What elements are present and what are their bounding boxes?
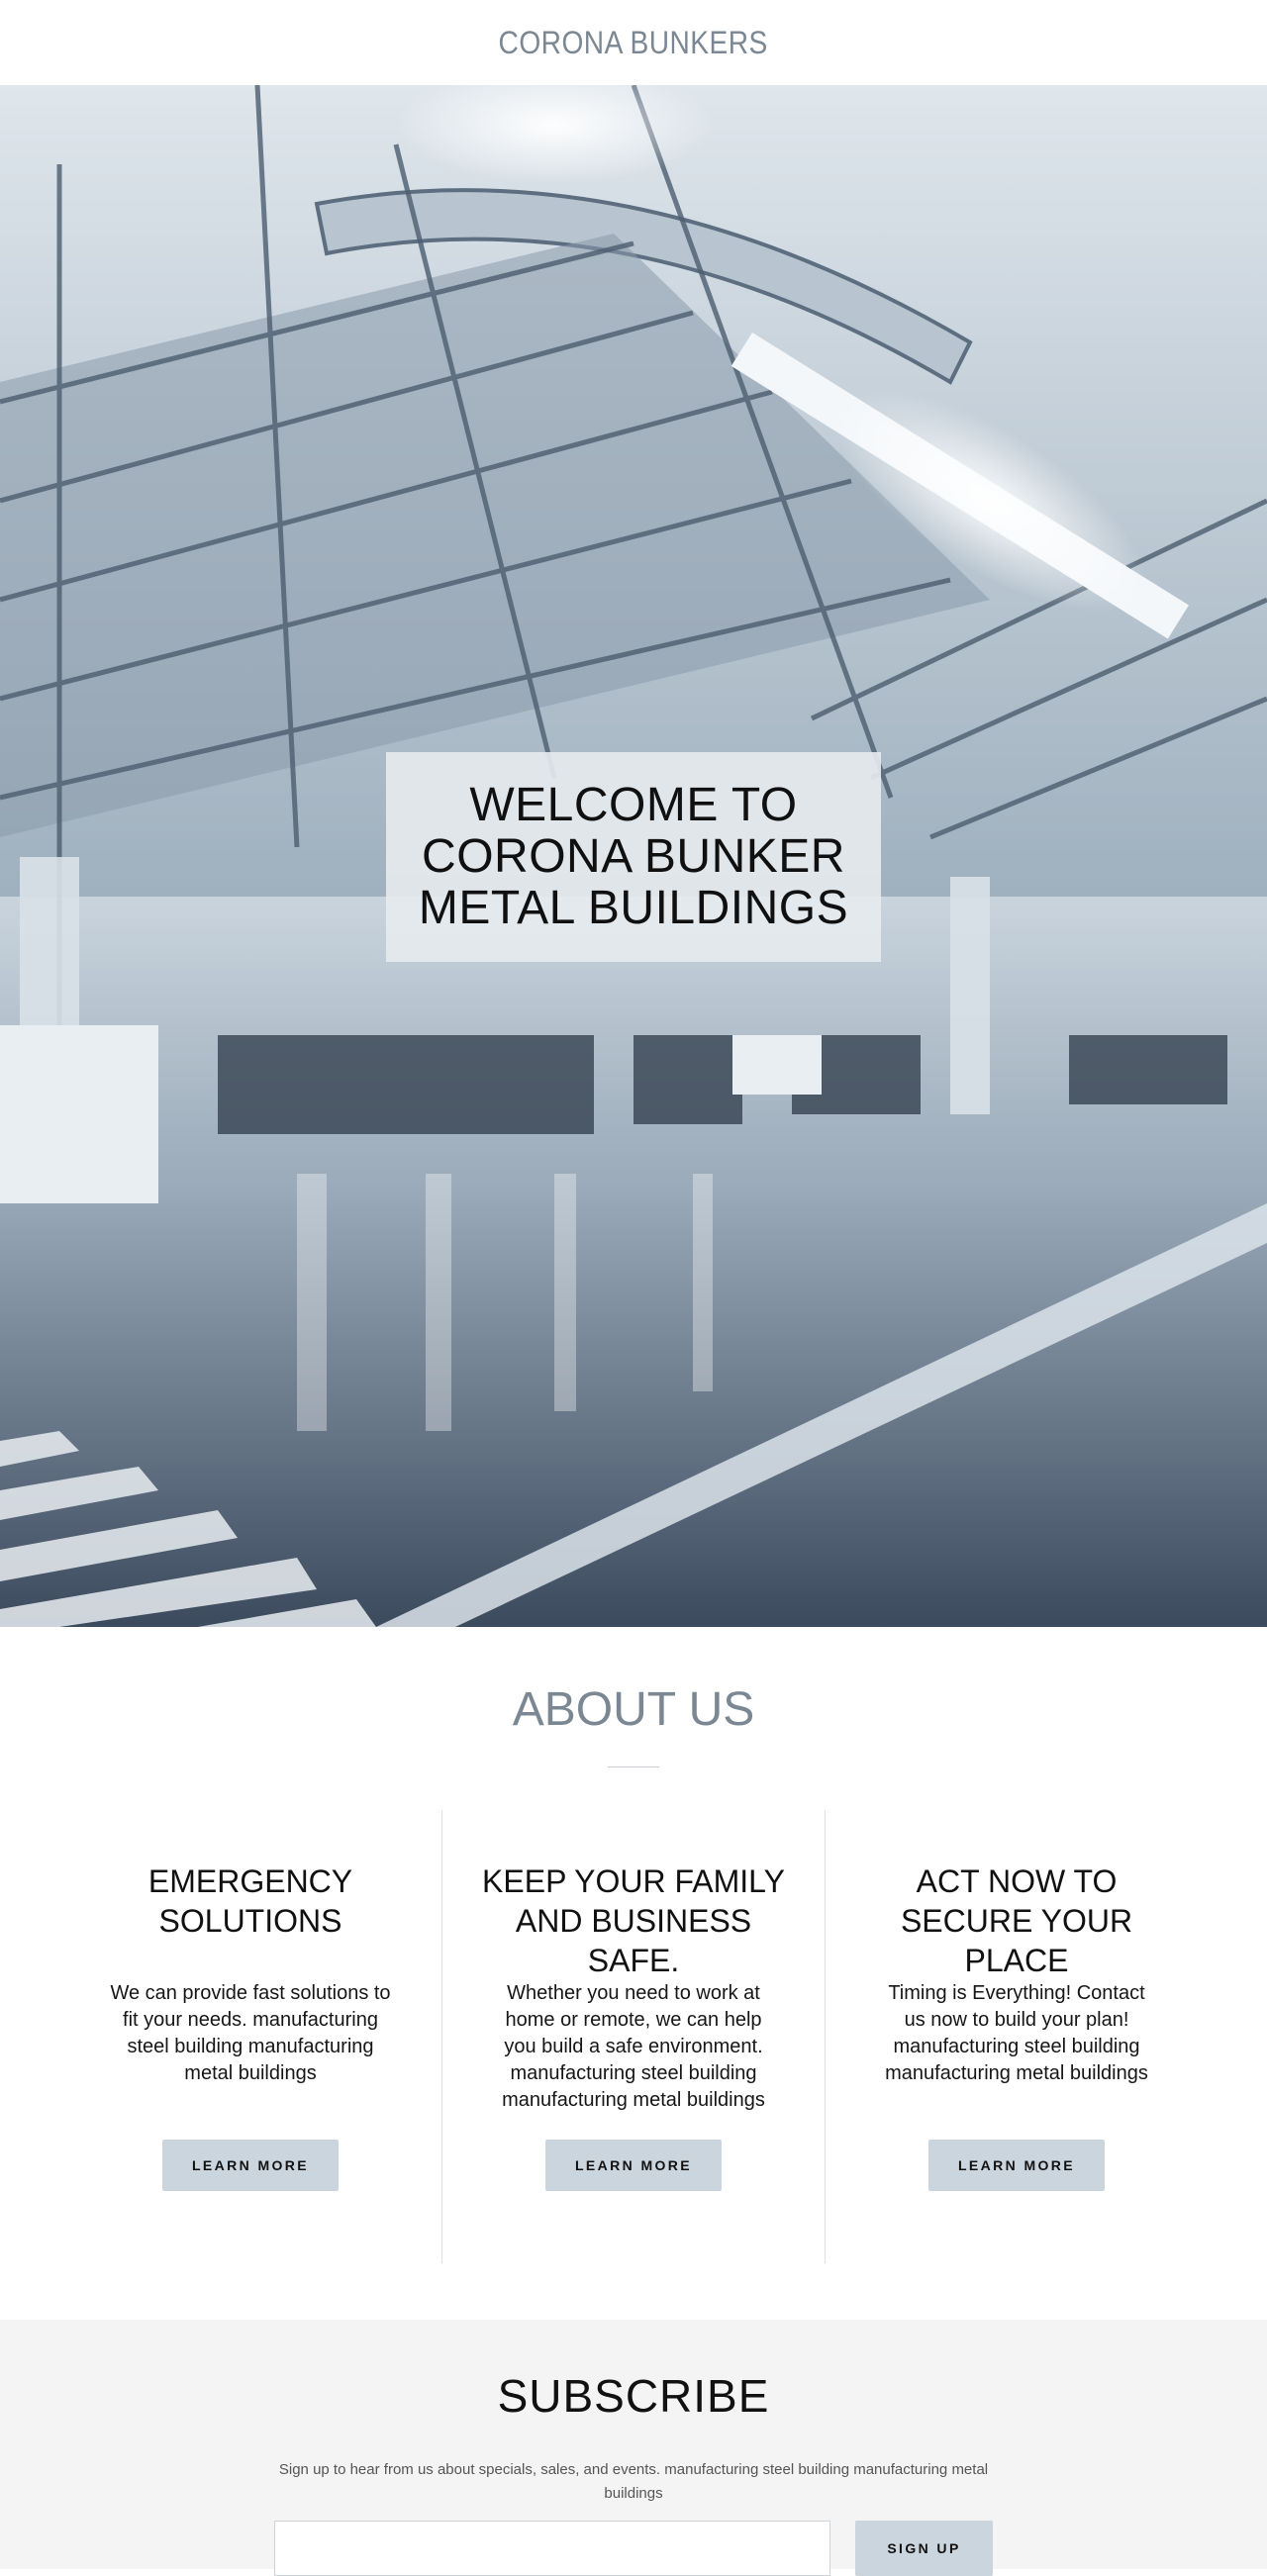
column-title: ACT NOW TO SECURE YOUR PLACE (900, 1863, 1133, 1978)
about-column-act-now: ACT NOW TO SECURE YOUR PLACE Timing is E… (825, 1810, 1208, 2263)
learn-more-button[interactable]: LEARN MORE (928, 2140, 1105, 2191)
site-header: CORONA BUNKERS (0, 0, 1267, 85)
hero-section: WELCOME TO CORONA BUNKER METAL BUILDINGS (0, 85, 1267, 1627)
about-columns: EMERGENCY SOLUTIONS We can provide fast … (59, 1810, 1208, 2263)
about-divider (608, 1766, 659, 1767)
column-title: EMERGENCY SOLUTIONS (147, 1863, 353, 1939)
subscribe-text: Sign up to hear from us about specials, … (278, 2461, 989, 2502)
column-text: Timing is Everything! Contact us now to … (885, 1982, 1148, 2084)
about-column-family: KEEP YOUR FAMILY AND BUSINESS SAFE. Whet… (441, 1810, 825, 2263)
subscribe-section: SUBSCRIBE Sign up to hear from us about … (0, 2320, 1267, 2576)
about-column-emergency: EMERGENCY SOLUTIONS We can provide fast … (59, 1810, 441, 2263)
subscribe-title: SUBSCRIBE (497, 2370, 770, 2422)
column-text: We can provide fast solutions to fit you… (110, 1982, 391, 2084)
learn-more-button[interactable]: LEARN MORE (545, 2140, 722, 2191)
site-title[interactable]: CORONA BUNKERS (499, 25, 768, 61)
learn-more-button[interactable]: LEARN MORE (162, 2140, 339, 2191)
sign-up-button[interactable]: SIGN UP (855, 2521, 993, 2576)
about-title: ABOUT US (512, 1683, 755, 1736)
about-section: ABOUT US EMERGENCY SOLUTIONS We can prov… (0, 1627, 1267, 2320)
hero-welcome-card: WELCOME TO CORONA BUNKER METAL BUILDINGS (386, 752, 881, 962)
column-title: KEEP YOUR FAMILY AND BUSINESS SAFE. (482, 1863, 785, 1978)
hero-heading: WELCOME TO CORONA BUNKER METAL BUILDINGS (418, 779, 849, 934)
column-text: Whether you need to work at home or remo… (502, 1982, 765, 2111)
email-input[interactable] (274, 2521, 830, 2576)
